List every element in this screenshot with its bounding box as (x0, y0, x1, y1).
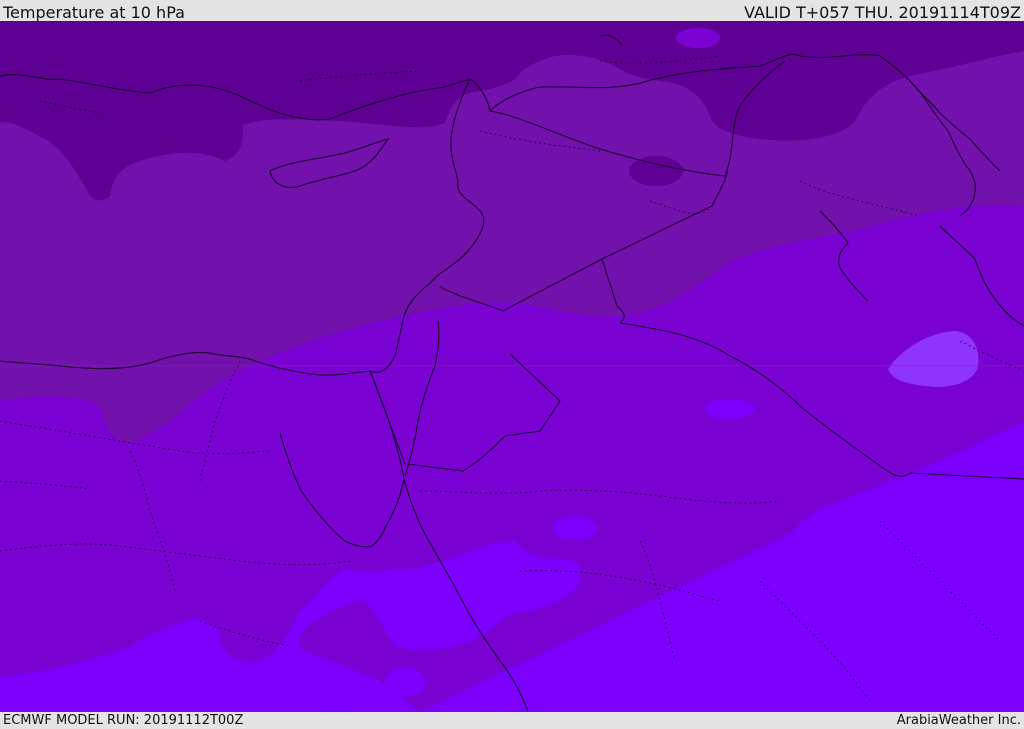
map-title: Temperature at 10 hPa (3, 3, 185, 22)
band-darkest-cell (629, 156, 683, 186)
footer-bar: ECMWF MODEL RUN: 20191112T00Z ArabiaWeat… (0, 712, 1024, 729)
band-light-cell-2 (705, 399, 755, 419)
credit-text: ArabiaWeather Inc. (896, 713, 1021, 728)
band-light-cell-3 (300, 669, 360, 705)
header-bar: Temperature at 10 hPa VALID T+057 THU. 2… (0, 0, 1024, 22)
band-light-cell-4 (385, 667, 425, 697)
band-light-cell-1 (553, 516, 597, 540)
model-run: ECMWF MODEL RUN: 20191112T00Z (3, 713, 244, 728)
valid-time: VALID T+057 THU. 20191114T09Z (744, 3, 1021, 22)
map-area[interactable] (0, 21, 1024, 712)
band-mid-cell (676, 28, 720, 48)
temperature-map (0, 21, 1024, 712)
